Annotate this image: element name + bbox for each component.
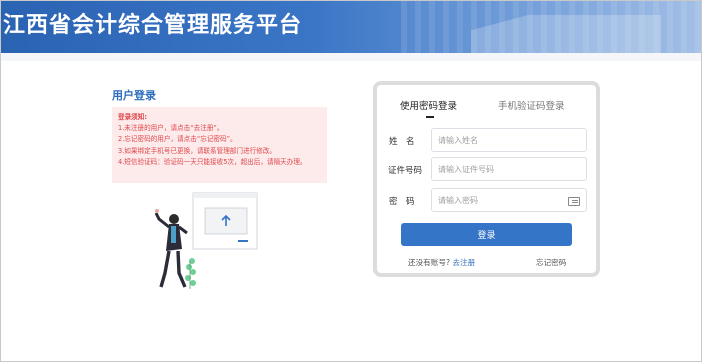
person-shirt <box>171 226 176 243</box>
name-label: 姓 名 <box>389 137 415 147</box>
notice-item: 4.短信验证码：验证码一天只能接收5次，超出后，请隔天办理。 <box>118 157 307 166</box>
register-prompt: 还没有账号? 去注册 <box>408 257 475 268</box>
header-banner: 江西省会计综合管理服务平台 <box>1 1 701 53</box>
person-leg-right <box>176 250 187 288</box>
notice-item: 2.忘记密码的用户，请点击“忘记密码”。 <box>118 135 237 144</box>
plant-decoration <box>185 258 196 286</box>
platform-title: 江西省会计综合管理服务平台 <box>3 13 303 38</box>
person-leg <box>159 250 171 288</box>
active-tab-indicator <box>426 116 434 118</box>
name-input[interactable] <box>431 128 587 152</box>
tab-sms-login[interactable]: 手机验证码登录 <box>498 98 565 112</box>
no-account-text: 还没有账号? <box>408 258 450 267</box>
login-card: 使用密码登录 手机验证码登录 姓 名 证件号码 密 码 登录 还没有账号? 去注… <box>373 81 600 277</box>
upload-illustration <box>154 192 258 289</box>
person-head <box>169 214 179 224</box>
register-link[interactable]: 去注册 <box>452 258 475 267</box>
illustration-window-bar <box>193 193 257 198</box>
forgot-password-link[interactable]: 忘记密码 <box>536 257 566 268</box>
password-label: 密 码 <box>389 197 415 207</box>
id-number-label: 证件号码 <box>388 166 423 176</box>
notice-title: 登录须知: <box>118 113 148 121</box>
tab-password-login[interactable]: 使用密码登录 <box>400 98 457 112</box>
user-login-heading: 用户登录 <box>112 89 156 102</box>
notice-item: 3.如果绑定手机号已更换，请联系管理部门进行修改。 <box>118 146 276 155</box>
password-input[interactable] <box>431 188 587 212</box>
id-number-input[interactable] <box>431 157 587 181</box>
login-button[interactable]: 登录 <box>401 223 572 246</box>
person-arm-right <box>178 225 188 235</box>
notice-item: 1.未注册的用户，请点击“去注册”。 <box>118 124 224 133</box>
illustration-button <box>238 240 248 242</box>
person-hand <box>155 209 159 213</box>
password-visibility-icon[interactable] <box>568 197 580 206</box>
login-notice-box: 登录须知: 1.未注册的用户，请点击“去注册”。 2.忘记密码的用户，请点击“忘… <box>112 107 327 183</box>
header-strip <box>1 53 701 61</box>
person-arm <box>154 212 170 229</box>
